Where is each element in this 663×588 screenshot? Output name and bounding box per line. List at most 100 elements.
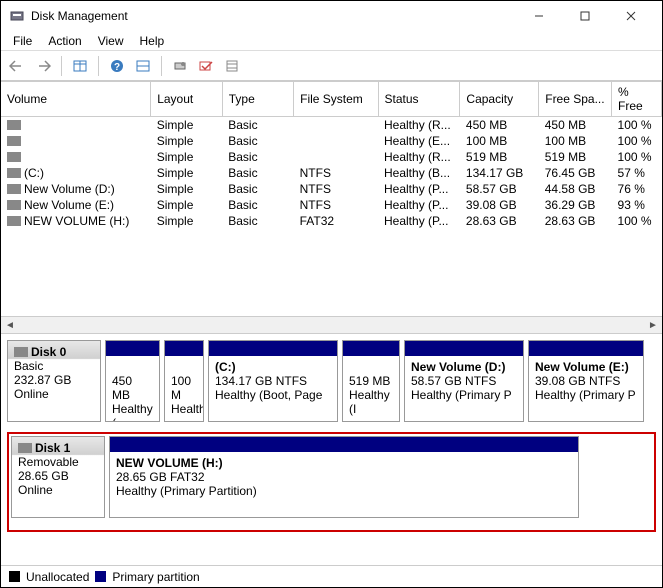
legend-primary-swatch — [95, 571, 106, 582]
close-button[interactable] — [608, 1, 654, 31]
partition-status: Healthy (Boot, Page — [215, 388, 331, 402]
col-type[interactable]: Type — [222, 82, 293, 117]
partition[interactable]: 519 MBHealthy (I — [342, 340, 400, 422]
partition[interactable]: 450 MBHealthy ( — [105, 340, 160, 422]
check-button[interactable] — [194, 54, 218, 78]
table-row[interactable]: New Volume (E:)SimpleBasicNTFSHealthy (P… — [1, 197, 662, 213]
maximize-button[interactable] — [562, 1, 608, 31]
partition[interactable]: New Volume (E:)39.08 GB NTFSHealthy (Pri… — [528, 340, 644, 422]
disk-row-disk1: Disk 1Removable28.65 GBOnlineNEW VOLUME … — [7, 432, 656, 532]
partition[interactable]: 100 MHealth — [164, 340, 204, 422]
legend-unallocated-swatch — [9, 571, 20, 582]
cell-pct: 76 % — [612, 181, 662, 197]
volume-icon — [7, 152, 21, 162]
disk-type: Removable — [18, 455, 98, 469]
cell-free: 36.29 GB — [539, 197, 612, 213]
partition[interactable]: (C:)134.17 GB NTFSHealthy (Boot, Page — [208, 340, 338, 422]
cell-layout: Simple — [151, 181, 223, 197]
cell-fs — [294, 149, 378, 165]
cell-layout: Simple — [151, 165, 223, 181]
disk-layout-panel: Disk 0Basic232.87 GBOnline 450 MBHealthy… — [1, 334, 662, 565]
cell-fs: NTFS — [294, 165, 378, 181]
cell-type: Basic — [222, 133, 293, 149]
cell-status: Healthy (B... — [378, 165, 460, 181]
cell-capacity: 134.17 GB — [460, 165, 539, 181]
partition[interactable]: New Volume (D:)58.57 GB NTFSHealthy (Pri… — [404, 340, 524, 422]
partition-size: 28.65 GB FAT32 — [116, 470, 572, 484]
menubar: File Action View Help — [1, 31, 662, 51]
disk-label[interactable]: Disk 1Removable28.65 GBOnline — [11, 436, 105, 518]
col-free[interactable]: Free Spa... — [539, 82, 612, 117]
scroll-right-icon[interactable]: ► — [645, 318, 661, 333]
back-button[interactable] — [5, 54, 29, 78]
table-header-row[interactable]: Volume Layout Type File System Status Ca… — [1, 82, 662, 117]
volume-name: New Volume (D:) — [24, 182, 115, 196]
cell-free: 44.58 GB — [539, 181, 612, 197]
menu-help[interactable]: Help — [132, 32, 173, 50]
cell-status: Healthy (P... — [378, 181, 460, 197]
horizontal-scrollbar[interactable]: ◄ ► — [1, 317, 662, 334]
cell-type: Basic — [222, 117, 293, 134]
cell-fs: FAT32 — [294, 213, 378, 229]
menu-action[interactable]: Action — [40, 32, 89, 50]
legend: Unallocated Primary partition — [1, 565, 662, 587]
legend-unallocated-label: Unallocated — [26, 570, 89, 584]
volume-icon — [7, 184, 21, 194]
partition-size: 58.57 GB NTFS — [411, 374, 517, 388]
cell-fs — [294, 133, 378, 149]
legend-primary-label: Primary partition — [112, 570, 199, 584]
volume-icon — [7, 136, 21, 146]
partition-size: 134.17 GB NTFS — [215, 374, 331, 388]
cell-type: Basic — [222, 165, 293, 181]
main-content: Volume Layout Type File System Status Ca… — [1, 81, 662, 587]
volume-table[interactable]: Volume Layout Type File System Status Ca… — [1, 81, 662, 317]
col-filesystem[interactable]: File System — [294, 82, 378, 117]
cell-pct: 100 % — [612, 117, 662, 134]
minimize-button[interactable] — [516, 1, 562, 31]
cell-layout: Simple — [151, 133, 223, 149]
disk-size: 28.65 GB — [18, 469, 98, 483]
window-title: Disk Management — [31, 9, 516, 23]
cell-layout: Simple — [151, 213, 223, 229]
view-layout-button[interactable] — [131, 54, 155, 78]
volume-name: (C:) — [24, 166, 44, 180]
partition-status: Healthy (Primary P — [411, 388, 517, 402]
partition-header-bar — [106, 341, 159, 356]
cell-capacity: 450 MB — [460, 117, 539, 134]
table-row[interactable]: New Volume (D:)SimpleBasicNTFSHealthy (P… — [1, 181, 662, 197]
scroll-left-icon[interactable]: ◄ — [2, 318, 18, 333]
col-volume[interactable]: Volume — [1, 82, 151, 117]
table-row[interactable]: (C:) SimpleBasicNTFSHealthy (B...134.17 G… — [1, 165, 662, 181]
col-capacity[interactable]: Capacity — [460, 82, 539, 117]
partition-header-bar — [110, 437, 578, 452]
forward-button[interactable] — [31, 54, 55, 78]
disk-type: Basic — [14, 359, 94, 373]
cell-pct: 100 % — [612, 213, 662, 229]
cell-layout: Simple — [151, 149, 223, 165]
grid-button[interactable] — [220, 54, 244, 78]
table-row[interactable]: SimpleBasicHealthy (R...519 MB519 MB100 … — [1, 149, 662, 165]
help-button[interactable]: ? — [105, 54, 129, 78]
menu-view[interactable]: View — [90, 32, 132, 50]
disk-management-window: Disk Management File Action View Help ? — [0, 0, 663, 588]
cell-layout: Simple — [151, 197, 223, 213]
menu-file[interactable]: File — [5, 32, 40, 50]
settings-button[interactable] — [168, 54, 192, 78]
partition-status: Healthy (Primary Partition) — [116, 484, 572, 498]
table-row[interactable]: SimpleBasicHealthy (E...100 MB100 MB100 … — [1, 133, 662, 149]
cell-type: Basic — [222, 213, 293, 229]
col-layout[interactable]: Layout — [151, 82, 223, 117]
partition[interactable]: NEW VOLUME (H:)28.65 GB FAT32Healthy (Pr… — [109, 436, 579, 518]
cell-status: Healthy (P... — [378, 213, 460, 229]
volume-icon — [7, 216, 21, 226]
table-row[interactable]: SimpleBasicHealthy (R...450 MB450 MB100 … — [1, 117, 662, 134]
col-pctfree[interactable]: % Free — [612, 82, 662, 117]
table-row[interactable]: NEW VOLUME (H:)SimpleBasicFAT32Healthy (… — [1, 213, 662, 229]
view-list-button[interactable] — [68, 54, 92, 78]
titlebar[interactable]: Disk Management — [1, 1, 662, 31]
volume-icon — [7, 120, 21, 130]
disk-label[interactable]: Disk 0Basic232.87 GBOnline — [7, 340, 101, 422]
col-status[interactable]: Status — [378, 82, 460, 117]
cell-free: 519 MB — [539, 149, 612, 165]
partition-title: (C:) — [215, 360, 331, 374]
